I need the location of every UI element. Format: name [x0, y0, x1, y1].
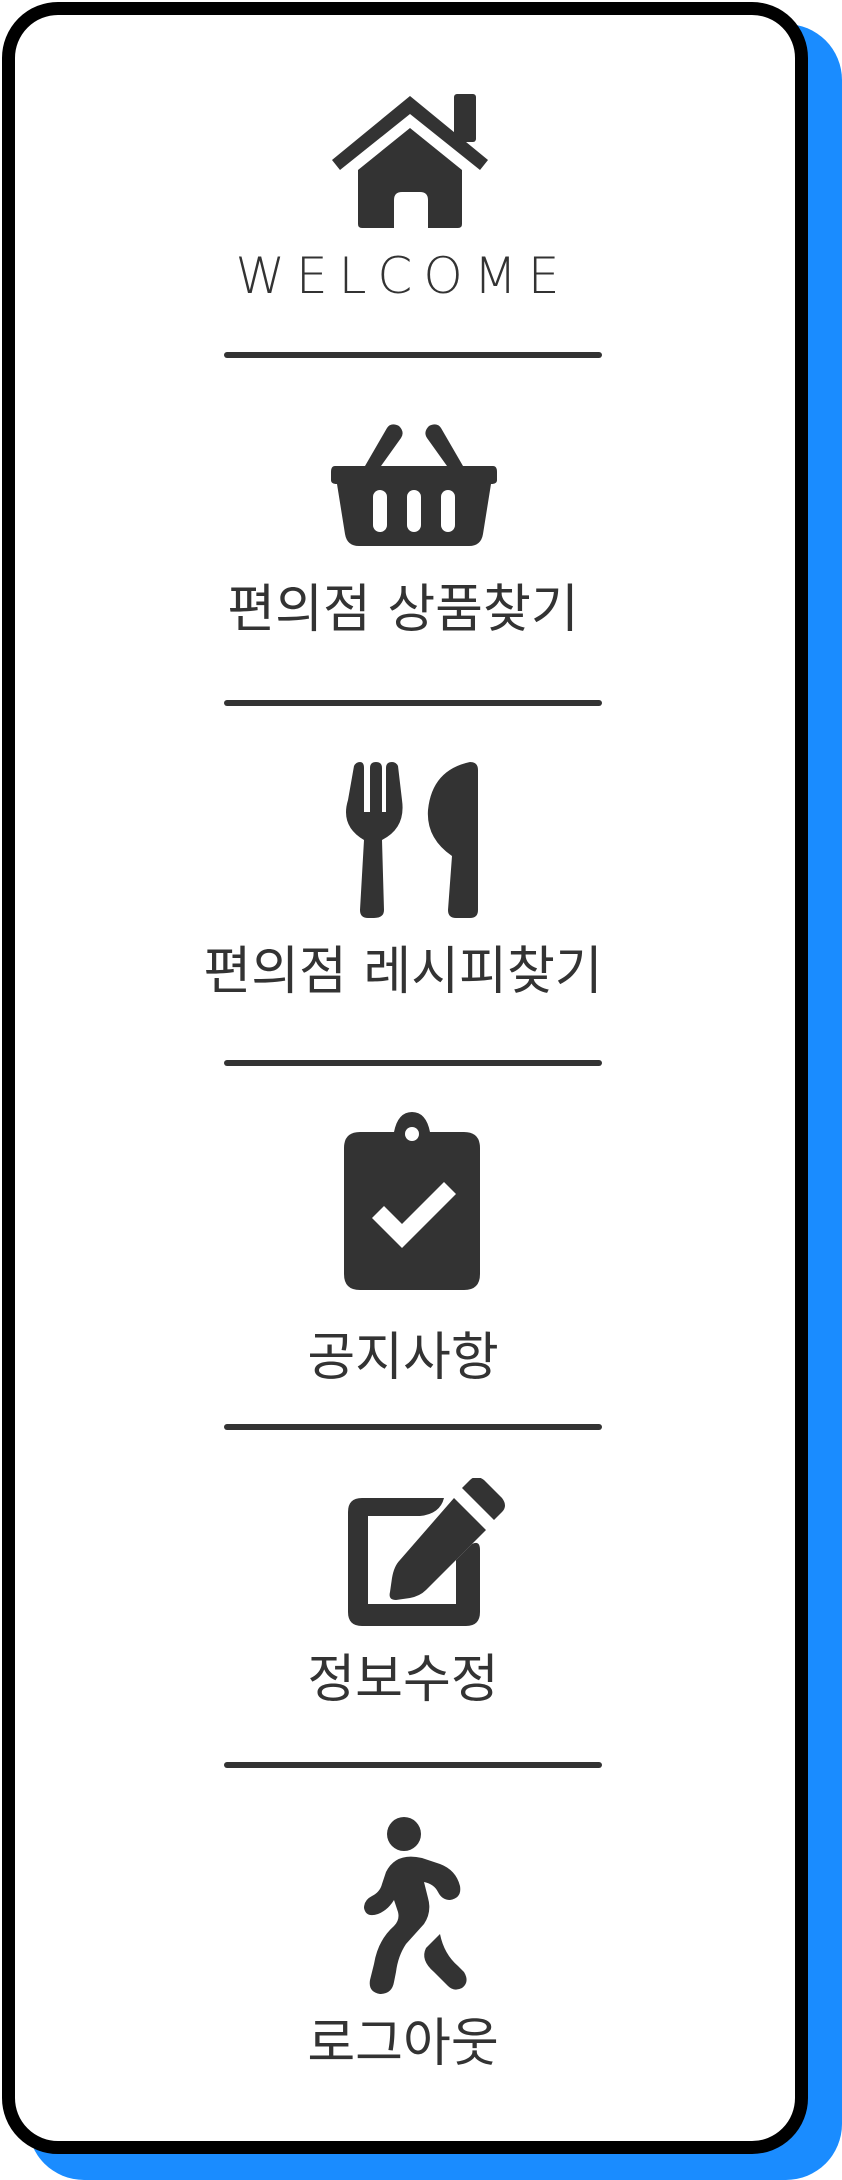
clipboard-check-icon: [344, 1112, 480, 1290]
menu-item-label: 편의점 상품찾기: [227, 580, 579, 640]
menu-item-recipe-search[interactable]: 편의점 레시피찾기: [0, 762, 806, 1022]
menu-divider: [224, 700, 602, 706]
menu-item-label: 공지사항: [307, 1328, 499, 1388]
menu-divider: [224, 1424, 602, 1430]
menu-item-logout[interactable]: 로그아웃: [0, 1816, 806, 2096]
menu-item-product-search[interactable]: 편의점 상품찾기: [0, 418, 806, 648]
menu-item-label: 편의점 레시피찾기: [203, 942, 603, 1002]
menu-item-label: 로그아웃: [307, 2014, 499, 2074]
walking-person-icon: [364, 1816, 472, 1996]
menu-divider: [224, 1060, 602, 1066]
home-icon: [330, 90, 500, 230]
shopping-basket-icon: [331, 422, 497, 550]
menu-divider: [224, 1762, 602, 1768]
restaurant-icon: [346, 762, 480, 918]
side-menu: WELCOME 편의점 상품찾기 편의점 레시피찾기 공지사항 정보수정 로그아…: [0, 0, 806, 2152]
menu-divider: [224, 352, 602, 358]
menu-item-notice[interactable]: 공지사항: [0, 1112, 806, 1402]
menu-item-label: 정보수정: [307, 1650, 499, 1710]
menu-item-welcome[interactable]: WELCOME: [0, 90, 806, 310]
menu-item-edit-profile[interactable]: 정보수정: [0, 1478, 806, 1738]
menu-item-label: WELCOME: [235, 247, 571, 305]
edit-icon: [348, 1478, 512, 1626]
